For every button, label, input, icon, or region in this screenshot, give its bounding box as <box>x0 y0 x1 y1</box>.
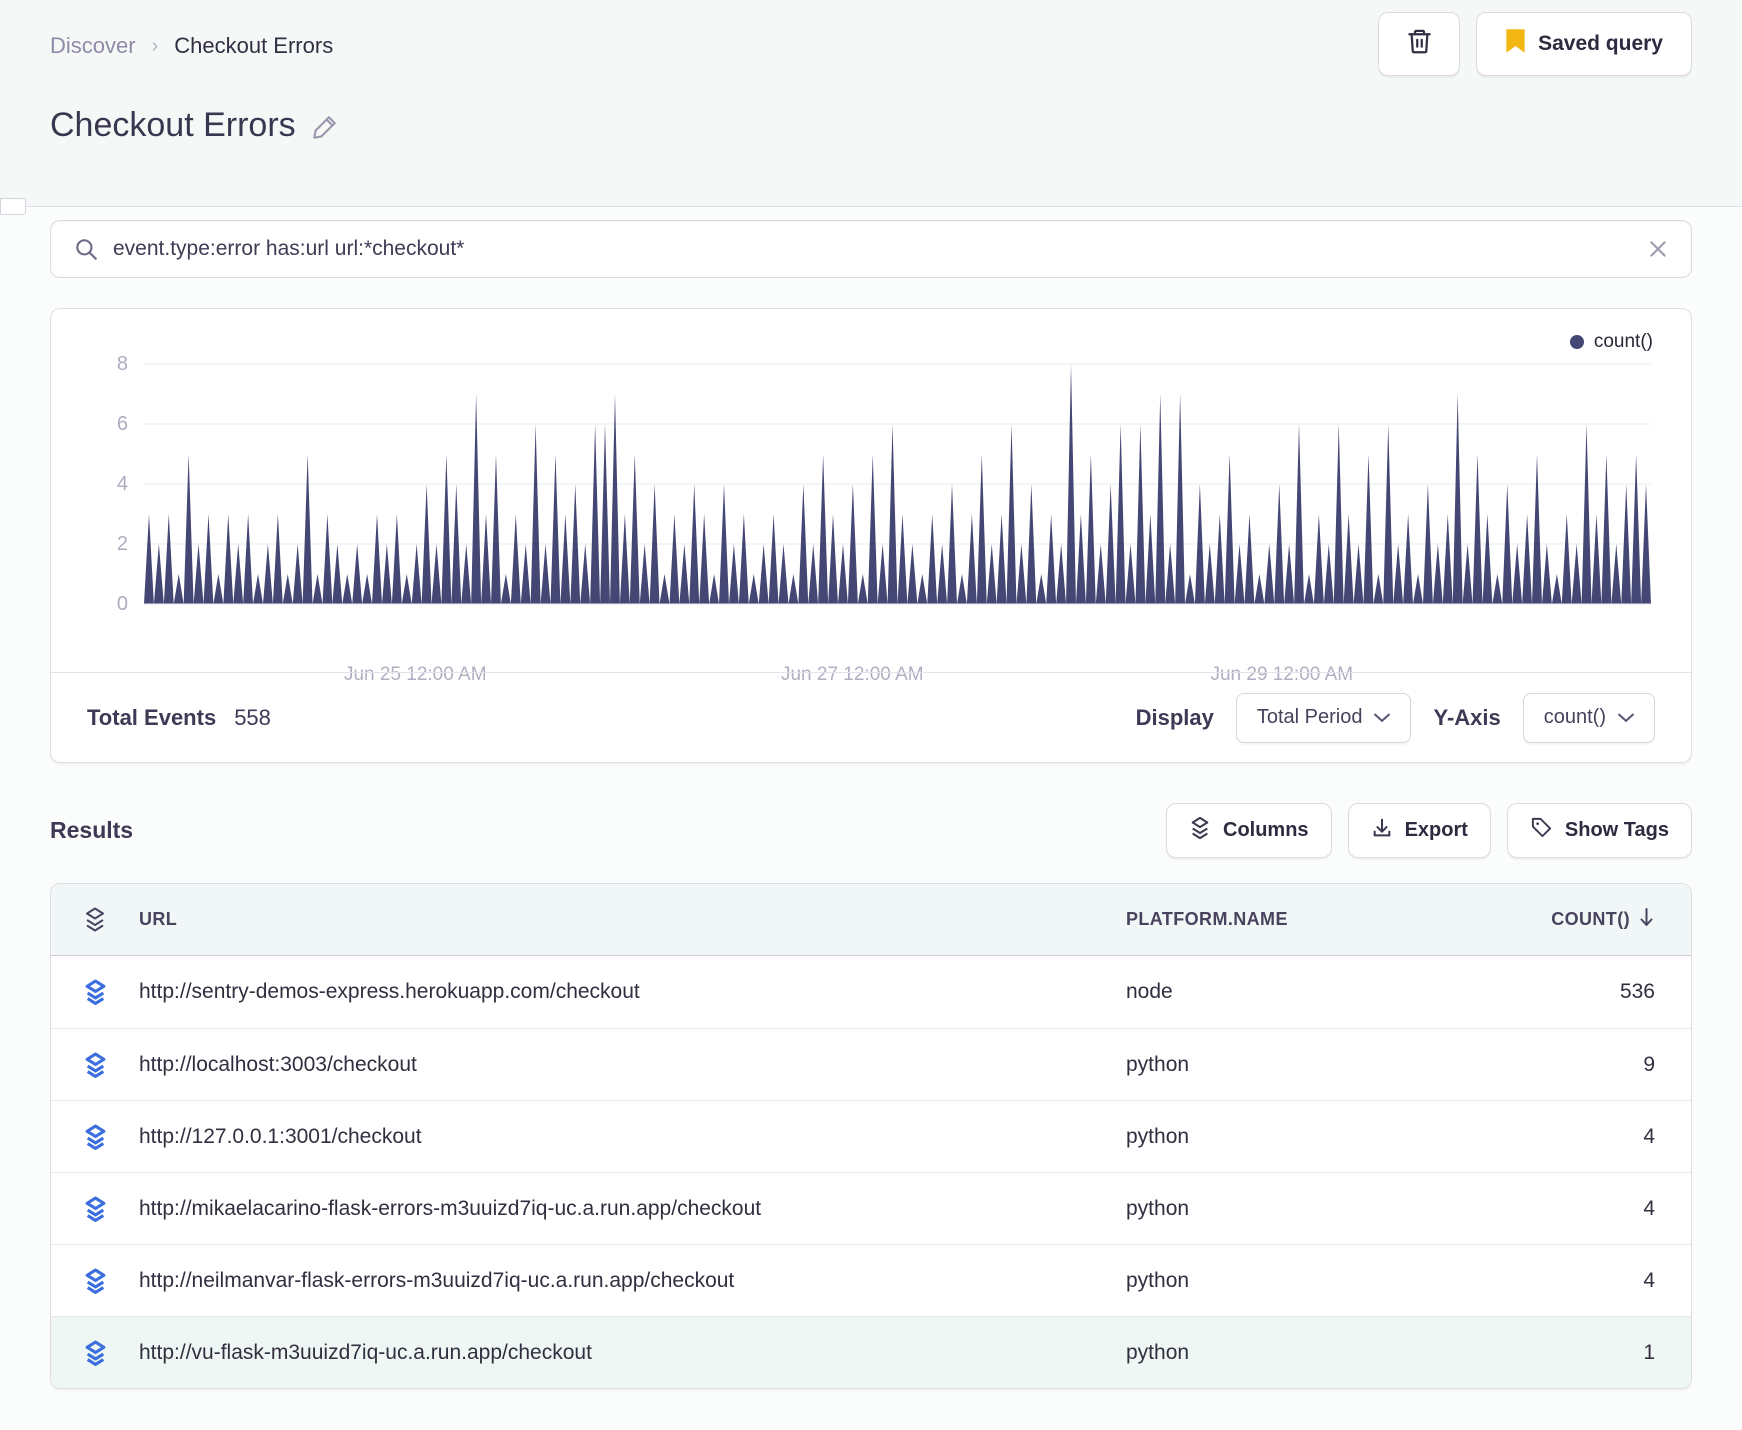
row-url[interactable]: http://vu-flask-m3uuizd7iq-uc.a.run.app/… <box>139 1341 1126 1365</box>
row-stack-icon[interactable] <box>51 1267 139 1295</box>
row-count: 1 <box>1643 1340 1655 1364</box>
sort-descending-arrow-icon <box>1638 907 1655 932</box>
row-url[interactable]: http://sentry-demos-express.herokuapp.co… <box>139 980 1126 1004</box>
chart-footer: Total Events 558 Display Total Period Y-… <box>51 672 1691 762</box>
tag-icon <box>1530 816 1553 845</box>
table-row[interactable]: http://127.0.0.1:3001/checkout python 4 <box>51 1100 1691 1172</box>
row-count: 4 <box>1643 1124 1655 1148</box>
search-input[interactable] <box>113 237 1647 261</box>
chart-legend[interactable]: count() <box>1569 331 1653 353</box>
bookmark-icon <box>1505 28 1526 60</box>
show-tags-label: Show Tags <box>1564 819 1669 841</box>
chart-gridlines <box>144 363 1651 545</box>
count-header-label: COUNT() <box>1551 909 1630 929</box>
row-stack-icon[interactable] <box>51 1195 139 1223</box>
table-row[interactable]: http://sentry-demos-express.herokuapp.co… <box>51 956 1691 1028</box>
y-axis-select-value: count() <box>1543 706 1606 728</box>
table-row[interactable]: http://mikaelacarino-flask-errors-m3uuiz… <box>51 1172 1691 1244</box>
row-stack-icon[interactable] <box>51 1339 139 1367</box>
top-actions: Saved query <box>1378 12 1692 76</box>
row-url[interactable]: http://mikaelacarino-flask-errors-m3uuiz… <box>139 1197 1126 1221</box>
columns-button[interactable]: Columns <box>1166 803 1332 858</box>
row-platform: python <box>1126 1052 1190 1076</box>
export-label: Export <box>1404 819 1468 841</box>
download-icon <box>1371 816 1393 846</box>
columns-label: Columns <box>1223 819 1309 841</box>
row-count: 4 <box>1643 1268 1655 1292</box>
export-button[interactable]: Export <box>1347 803 1491 858</box>
row-url[interactable]: http://localhost:3003/checkout <box>139 1053 1126 1077</box>
legend-label: count() <box>1593 331 1653 352</box>
saved-query-button[interactable]: Saved query <box>1476 12 1692 76</box>
breadcrumb-discover-link[interactable]: Discover <box>50 33 136 59</box>
row-platform: python <box>1126 1196 1190 1220</box>
y-tick-label: 8 <box>116 353 128 375</box>
trash-icon <box>1406 27 1433 61</box>
header-stack-icon[interactable] <box>51 906 139 933</box>
clear-search-icon[interactable] <box>1647 238 1669 260</box>
breadcrumb: Discover › Checkout Errors <box>50 14 333 78</box>
row-platform: python <box>1126 1124 1190 1148</box>
chart-svg <box>144 363 1651 605</box>
results-table: URL PLATFORM.NAME COUNT() http://sentry-… <box>50 883 1692 1389</box>
total-events-label: Total Events <box>87 704 217 730</box>
chart-area: 02468 Jun 25 12:00 AM Jun 27 12:00 AM Jun … <box>86 352 1651 685</box>
saved-query-label: Saved query <box>1538 32 1663 55</box>
results-table-header: URL PLATFORM.NAME COUNT() <box>51 884 1691 956</box>
row-platform: python <box>1126 1268 1190 1292</box>
show-tags-button[interactable]: Show Tags <box>1506 803 1692 858</box>
column-header-count[interactable]: COUNT() <box>1466 907 1691 932</box>
row-platform: node <box>1126 980 1173 1003</box>
y-tick-label: 0 <box>116 593 128 615</box>
chart-panel: count() 02468 Jun 25 12:00 AM Jun 27 12:0… <box>50 308 1692 763</box>
row-count: 4 <box>1643 1196 1655 1220</box>
row-url[interactable]: http://neilmanvar-flask-errors-m3uuizd7i… <box>139 1269 1126 1293</box>
search-bar <box>50 220 1692 278</box>
display-label: Display <box>1135 704 1214 730</box>
total-events-value: 558 <box>234 704 271 730</box>
page-title: Checkout Errors <box>50 106 296 144</box>
delete-query-button[interactable] <box>1378 12 1461 76</box>
table-row[interactable]: http://vu-flask-m3uuizd7iq-uc.a.run.app/… <box>51 1316 1691 1388</box>
row-platform: python <box>1126 1340 1190 1364</box>
table-row[interactable]: http://localhost:3003/checkout python 9 <box>51 1028 1691 1100</box>
display-select[interactable]: Total Period <box>1235 692 1412 743</box>
y-axis-select[interactable]: count() <box>1522 692 1655 743</box>
row-count: 9 <box>1643 1052 1655 1076</box>
row-stack-icon[interactable] <box>51 1123 139 1151</box>
column-header-platform[interactable]: PLATFORM.NAME <box>1126 909 1466 930</box>
chevron-down-icon <box>1374 706 1391 729</box>
chart-plot[interactable] <box>144 352 1651 652</box>
row-stack-icon[interactable] <box>51 978 139 1006</box>
edit-title-pencil-icon[interactable] <box>312 112 340 145</box>
display-select-value: Total Period <box>1256 706 1363 728</box>
row-url[interactable]: http://127.0.0.1:3001/checkout <box>139 1125 1126 1149</box>
row-stack-icon[interactable] <box>51 1051 139 1079</box>
breadcrumb-separator-icon: › <box>151 34 159 57</box>
legend-dot-icon <box>1569 335 1584 349</box>
y-tick-label: 2 <box>116 533 128 555</box>
breadcrumb-current: Checkout Errors <box>174 33 334 58</box>
search-icon <box>73 236 99 262</box>
table-row[interactable]: http://neilmanvar-flask-errors-m3uuizd7i… <box>51 1244 1691 1316</box>
column-header-url[interactable]: URL <box>139 909 1126 930</box>
row-count: 536 <box>1619 980 1655 1003</box>
y-axis-label: Y-Axis <box>1433 704 1501 730</box>
y-tick-label: 6 <box>116 413 128 435</box>
results-table-body: http://sentry-demos-express.herokuapp.co… <box>51 956 1691 1388</box>
results-heading: Results <box>50 817 134 843</box>
stack-icon <box>1189 816 1211 846</box>
y-tick-label: 4 <box>116 473 128 495</box>
chevron-down-icon <box>1618 706 1634 729</box>
